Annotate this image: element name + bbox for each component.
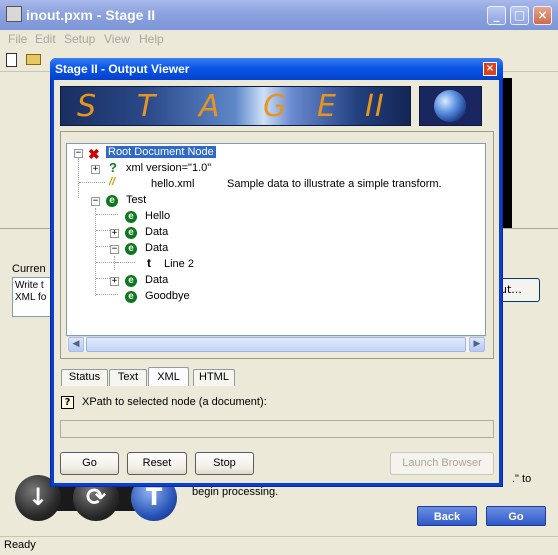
tree-line [115,262,135,263]
launch-browser-button[interactable]: Launch Browser [390,452,494,475]
scroll-right-icon[interactable]: ▶ [469,337,485,352]
stage-ii-banner: S T A G E II [60,86,411,126]
xml-tree-view[interactable]: − ✖ Root Document Node + ? xml version="… [66,143,486,336]
back-button[interactable]: Back [417,506,477,526]
menu-view[interactable]: View [104,32,130,46]
tree-node-text[interactable]: Line 2 [164,258,194,270]
open-folder-icon[interactable] [26,54,41,65]
banner-letter: A [199,89,221,124]
status-text: Ready [4,539,36,551]
minimize-button[interactable]: _ [487,6,506,25]
menu-help[interactable]: Help [139,32,164,46]
tab-text[interactable]: Text [109,369,147,386]
element-icon: e [125,227,137,239]
tree-node-data[interactable]: Data [145,226,168,238]
stop-button[interactable]: Stop [195,452,254,475]
current-text-line-2: XML fo [15,292,47,303]
go-main-button[interactable]: Go [486,506,546,526]
element-icon: e [125,243,137,255]
banner-letter: T [137,89,157,124]
banner-letter: G [263,89,288,124]
scroll-left-icon[interactable]: ◀ [68,337,84,352]
tree-node-hello[interactable]: Hello [145,210,170,222]
expand-toggle[interactable]: + [91,165,100,174]
banner-letter: E [317,89,337,124]
tree-node-data[interactable]: Data [145,242,168,254]
banner-letter: S [77,89,98,124]
element-icon: e [125,275,137,287]
element-icon: e [125,291,137,303]
x-red-icon: ✖ [88,146,100,162]
reset-button[interactable]: Reset [127,452,187,475]
menu-file[interactable]: File [8,32,27,46]
tree-line [96,214,118,215]
comment-icon: // [109,176,116,188]
tab-xml[interactable]: XML [148,367,189,386]
dialog-title: Stage II - Output Viewer [55,62,190,76]
expand-toggle[interactable]: + [110,277,119,286]
statusbar [0,536,558,555]
collapse-toggle[interactable]: − [110,245,119,254]
tree-line [114,256,115,270]
question-icon: ? [109,160,117,175]
tab-status[interactable]: Status [61,369,108,386]
tree-node-data[interactable]: Data [145,274,168,286]
tree-node-test[interactable]: Test [126,194,146,206]
element-icon: e [106,195,118,207]
main-titlebar[interactable]: inout.pxm - Stage II _ □ × [0,0,558,30]
current-label: Curren [12,263,46,275]
main-close-button[interactable]: × [533,6,552,25]
tree-line [79,182,105,183]
tree-node-root[interactable]: Root Document Node [106,146,216,158]
tree-node-goodbye[interactable]: Goodbye [145,290,190,302]
collapse-toggle[interactable]: − [91,197,100,206]
instruction-text-1: ." to [512,473,532,485]
tree-node-pi-data: Sample data to illustrate a simple trans… [227,178,442,190]
element-icon: e [125,211,137,223]
scrollbar-thumb[interactable] [86,337,466,352]
tree-line [95,208,96,296]
app-icon [6,6,22,22]
globe-icon [434,90,466,122]
tree-node-pi[interactable]: hello.xml [151,178,194,190]
tab-html[interactable]: HTML [193,369,235,386]
instruction-text-2: begin processing. [192,486,279,498]
dialog-close-button[interactable]: × [483,62,497,76]
collapse-toggle[interactable]: − [74,149,83,158]
current-text-line-1: Write t [15,280,44,291]
menu-edit[interactable]: Edit [35,32,56,46]
xpath-field[interactable] [60,420,494,438]
text-icon: t [147,256,151,270]
new-file-icon[interactable] [6,53,17,67]
maximize-button[interactable]: □ [510,6,529,25]
tree-line [78,158,79,198]
go-button[interactable]: Go [60,452,119,475]
main-window-title: inout.pxm - Stage II [26,7,156,23]
menu-setup[interactable]: Setup [64,32,95,46]
expand-toggle[interactable]: + [110,229,119,238]
banner-letter: II [365,89,385,124]
help-question-icon[interactable]: ? [61,396,74,409]
tree-node-xml-decl[interactable]: xml version="1.0" [126,162,211,174]
menubar: File Edit Setup View Help [0,30,558,48]
tree-line [96,294,118,295]
output-button[interactable]: ut... [500,278,540,302]
xpath-label: XPath to selected node (a document): [82,396,267,408]
